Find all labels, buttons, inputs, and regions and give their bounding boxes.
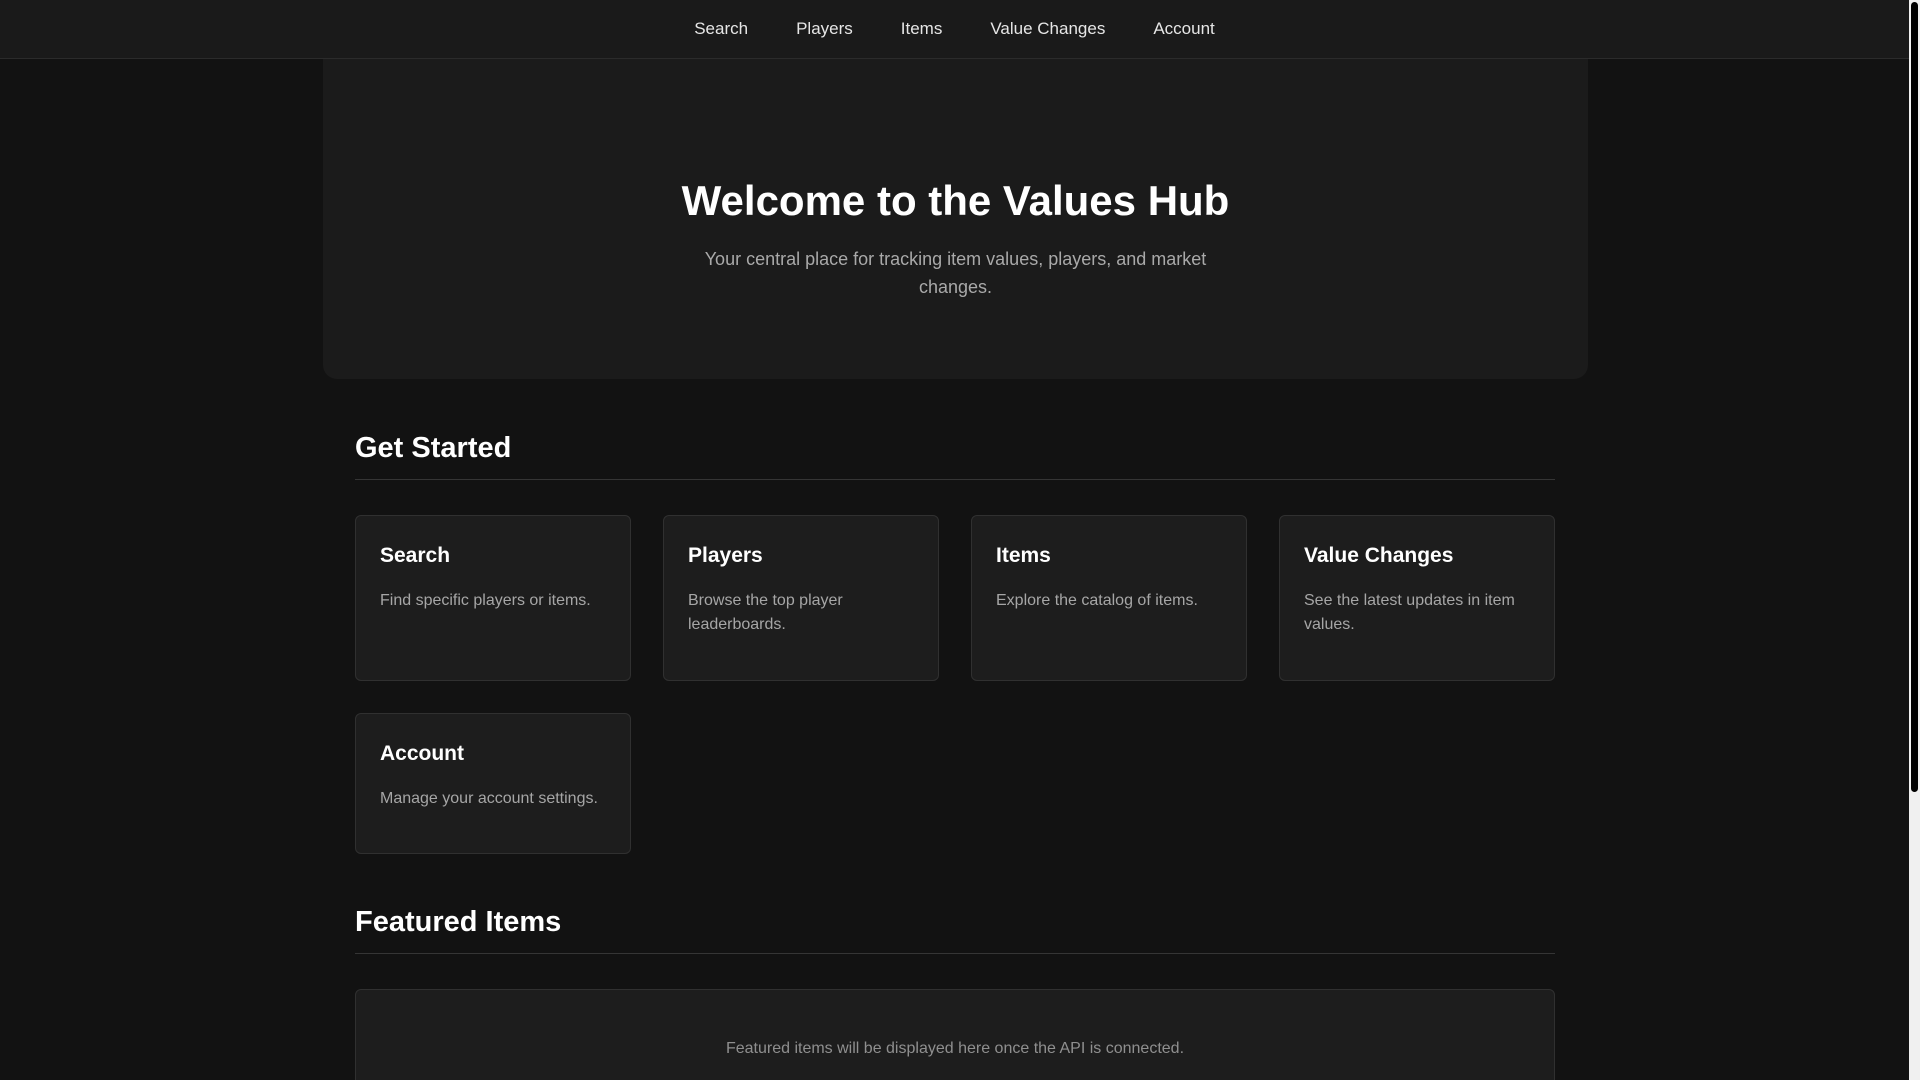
nav-link-search[interactable]: Search — [694, 19, 748, 39]
hero-subtitle: Your central place for tracking item val… — [704, 249, 1207, 297]
card-title: Value Changes — [1304, 544, 1454, 567]
page: Search Players Items Value Changes Accou… — [0, 0, 1920, 1080]
featured-items-placeholder: Featured items will be displayed here on… — [725, 1040, 1185, 1057]
card-title: Account — [380, 742, 464, 765]
scrollbar-thumb[interactable] — [1911, 2, 1918, 792]
nav-link-value-changes[interactable]: Value Changes — [990, 19, 1105, 39]
card-description: Manage your account settings. — [380, 790, 598, 807]
card-items[interactable]: Items Explore the catalog of items. — [971, 515, 1247, 681]
nav-link-items[interactable]: Items — [901, 19, 943, 39]
card-description: Explore the catalog of items. — [996, 592, 1198, 609]
card-description: Browse the top player leaderboards. — [688, 592, 843, 633]
top-nav: Search Players Items Value Changes Accou… — [0, 0, 1909, 59]
nav-link-account[interactable]: Account — [1153, 19, 1214, 39]
card-value-changes[interactable]: Value Changes See the latest updates in … — [1279, 515, 1555, 681]
featured-items-heading: Featured Items — [355, 906, 1555, 954]
hero-title: Welcome to the Values Hub — [681, 177, 1230, 224]
card-search[interactable]: Search Find specific players or items. — [355, 515, 631, 681]
card-description: Find specific players or items. — [380, 592, 591, 609]
card-title: Search — [380, 544, 451, 567]
card-title: Players — [688, 544, 763, 567]
nav-links: Search Players Items Value Changes Accou… — [694, 19, 1215, 39]
card-players[interactable]: Players Browse the top player leaderboar… — [663, 515, 939, 681]
card-description: See the latest updates in item values. — [1304, 592, 1515, 633]
get-started-heading: Get Started — [355, 432, 1555, 480]
card-title: Items — [996, 544, 1051, 567]
vertical-scrollbar[interactable] — [1909, 0, 1920, 1080]
hero-banner: Welcome to the Values Hub Your central p… — [323, 59, 1588, 379]
nav-link-players[interactable]: Players — [796, 19, 853, 39]
card-account[interactable]: Account Manage your account settings. — [355, 713, 631, 854]
featured-items-panel: Featured items will be displayed here on… — [355, 989, 1555, 1080]
